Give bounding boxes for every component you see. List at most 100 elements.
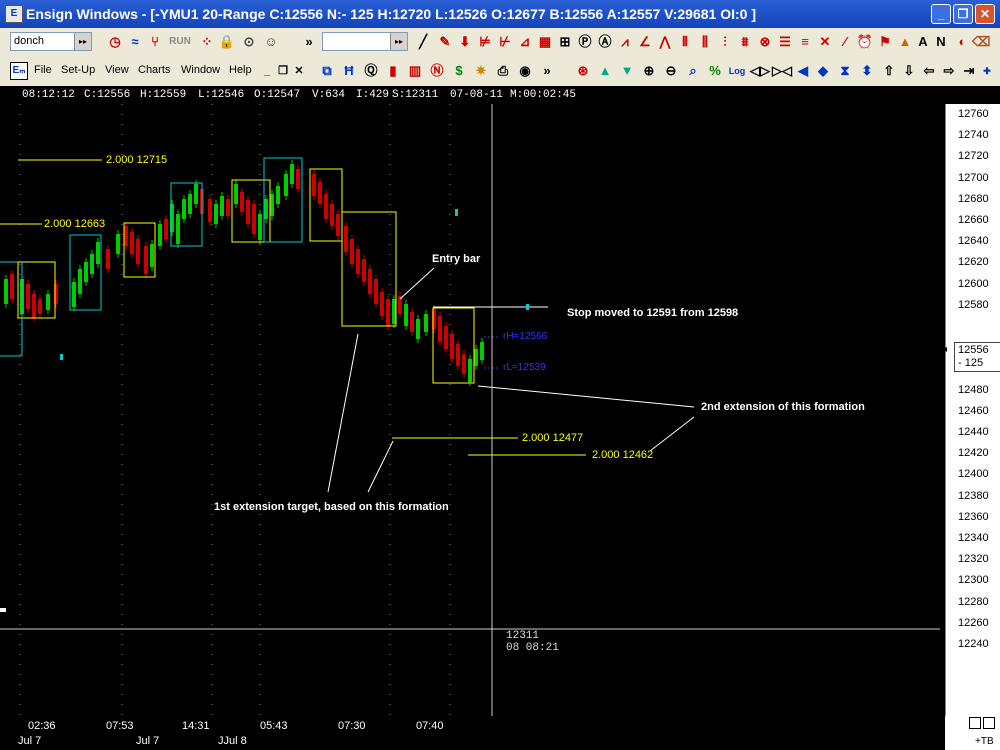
- cycle-icon[interactable]: ⫴: [676, 33, 694, 51]
- tb-label[interactable]: +TB: [975, 736, 994, 747]
- face-icon[interactable]: ☺: [262, 33, 280, 51]
- unlock-icon[interactable]: ⊙: [240, 33, 258, 51]
- line-tool-icon[interactable]: ╱: [414, 33, 432, 51]
- candle-body: [90, 254, 94, 274]
- price-tick: 12440: [958, 426, 989, 438]
- search-icon[interactable]: ⌕: [684, 62, 702, 80]
- scroll-both-icon[interactable]: ◆: [814, 62, 832, 80]
- corner-box-icon[interactable]: [983, 717, 995, 729]
- news-icon[interactable]: Ⓝ: [428, 62, 446, 80]
- menu-file[interactable]: File: [34, 64, 52, 76]
- marker-dot: [60, 354, 63, 360]
- table-icon[interactable]: ⊞: [556, 33, 574, 51]
- wave-icon[interactable]: ≈: [126, 33, 144, 51]
- menu-help[interactable]: Help: [229, 64, 252, 76]
- updown-icon[interactable]: ⬍: [858, 62, 876, 80]
- run-button[interactable]: RUN: [168, 33, 192, 51]
- alarm-icon[interactable]: ⏰: [856, 33, 874, 51]
- scroll-left-icon[interactable]: ◀: [794, 62, 812, 80]
- alert-icon[interactable]: ✷: [472, 62, 490, 80]
- arrow-left-icon[interactable]: ⇦: [920, 62, 938, 80]
- menu-charts[interactable]: Charts: [138, 64, 170, 76]
- delta-icon[interactable]: ▲: [896, 33, 914, 51]
- menu-window[interactable]: Window: [181, 64, 220, 76]
- angle-icon[interactable]: ∠: [636, 33, 654, 51]
- camera-icon[interactable]: ◉: [516, 62, 534, 80]
- study-combo[interactable]: donch ▸▸: [10, 32, 92, 51]
- log-icon[interactable]: Log: [728, 62, 746, 80]
- text-p-icon[interactable]: Ⓟ: [576, 33, 594, 51]
- time-tick: 02:36: [28, 720, 56, 732]
- price-tick: 12700: [958, 171, 989, 184]
- box-icon[interactable]: ▦: [536, 33, 554, 51]
- hi-icon[interactable]: Ħ: [340, 62, 358, 80]
- triangle-up-icon[interactable]: ▲: [596, 62, 614, 80]
- comb-icon[interactable]: ⩩: [736, 33, 754, 51]
- zoom-out-icon[interactable]: ⊖: [662, 62, 680, 80]
- arrow-down-icon[interactable]: ⬇: [456, 33, 474, 51]
- target-icon[interactable]: ⊗: [756, 33, 774, 51]
- columns-icon[interactable]: ⫶: [716, 33, 734, 51]
- menu-setup[interactable]: Set-Up: [61, 64, 95, 76]
- expand-h-icon[interactable]: ◁▷: [750, 62, 770, 80]
- maximize-button[interactable]: ❐: [953, 4, 973, 24]
- levels-icon[interactable]: ☰: [776, 33, 794, 51]
- layout-icon[interactable]: ⧉: [318, 62, 336, 80]
- quote-icon[interactable]: Ⓠ: [362, 62, 380, 80]
- text-a-icon[interactable]: Ⓐ: [596, 33, 614, 51]
- percent-icon[interactable]: %: [706, 62, 724, 80]
- fork-icon[interactable]: ⑂: [146, 33, 164, 51]
- compress-h-icon[interactable]: ▷◁: [772, 62, 792, 80]
- wand-icon[interactable]: ⁄: [836, 33, 854, 51]
- combo-arrow-icon[interactable]: ▸▸: [74, 33, 91, 50]
- reset-icon[interactable]: ✚: [978, 62, 996, 80]
- more-icon[interactable]: »: [300, 33, 318, 51]
- arrow-right-icon[interactable]: ⇨: [940, 62, 958, 80]
- bars-icon[interactable]: ⫼: [696, 33, 714, 51]
- barchart-icon[interactable]: ▮: [384, 62, 402, 80]
- pencil-icon[interactable]: ✎: [436, 33, 454, 51]
- candle-body: [46, 294, 50, 310]
- zoom-in-icon[interactable]: ⊕: [640, 62, 658, 80]
- cross-icon[interactable]: ✕: [816, 33, 834, 51]
- text-n-icon[interactable]: N: [932, 33, 950, 51]
- next-icon[interactable]: ⇥: [960, 62, 978, 80]
- flag-icon[interactable]: ⚑: [876, 33, 894, 51]
- menu-view[interactable]: View: [105, 64, 129, 76]
- study-combo-value: donch: [14, 35, 44, 47]
- fan-icon[interactable]: ⊬: [496, 33, 514, 51]
- arrow-down-nav-icon[interactable]: ⇩: [900, 62, 918, 80]
- text-a-bold-icon[interactable]: A: [914, 33, 932, 51]
- eraser-icon[interactable]: ⌫: [972, 33, 990, 51]
- lock-icon[interactable]: 🔒: [218, 33, 236, 51]
- more2-icon[interactable]: »: [538, 62, 556, 80]
- info-s: S:12311: [392, 89, 439, 101]
- time-axis[interactable]: 02:36 07:53 14:31 05:43 07:30 07:40 Jul …: [0, 716, 945, 750]
- close-button[interactable]: ✕: [975, 4, 995, 24]
- triangle-down-icon[interactable]: ▼: [618, 62, 636, 80]
- gann-icon[interactable]: ⩘: [616, 33, 634, 51]
- print-icon[interactable]: ⎙: [494, 62, 512, 80]
- app-menu-icon[interactable]: Eₘ: [10, 62, 28, 80]
- grid-icon[interactable]: ⁘: [198, 33, 216, 51]
- globe-icon[interactable]: ⊛: [574, 62, 592, 80]
- minimize-button[interactable]: _: [931, 4, 951, 24]
- fib-icon[interactable]: ⊭: [476, 33, 494, 51]
- arrow-up-icon[interactable]: ⇧: [880, 62, 898, 80]
- histogram-icon[interactable]: ▥: [406, 62, 424, 80]
- candle-body: [368, 269, 372, 294]
- clock-icon[interactable]: ◷: [106, 33, 124, 51]
- candle-body: [124, 226, 128, 246]
- price-axis[interactable]: 12760 12740 12720 12700 12680 12660 12640 12620…: [942, 104, 1000, 716]
- hourglass-icon[interactable]: ⧗: [836, 62, 854, 80]
- symbol-combo[interactable]: ▸▸: [322, 32, 408, 51]
- combo-arrow-icon[interactable]: ▸▸: [390, 33, 407, 50]
- wave-tool-icon[interactable]: ⋀: [656, 33, 674, 51]
- dollar-icon[interactable]: $: [450, 62, 468, 80]
- child-close-button[interactable]: ✕: [290, 62, 308, 80]
- magnet-icon[interactable]: ◖: [952, 33, 970, 51]
- hlines-icon[interactable]: ≡: [796, 33, 814, 51]
- corner-box-icon[interactable]: [969, 717, 981, 729]
- price-chart[interactable]: 2.000 12715 2.000 12663 2.000 12477 2.00…: [0, 104, 945, 716]
- trend-icon[interactable]: ⊿: [516, 33, 534, 51]
